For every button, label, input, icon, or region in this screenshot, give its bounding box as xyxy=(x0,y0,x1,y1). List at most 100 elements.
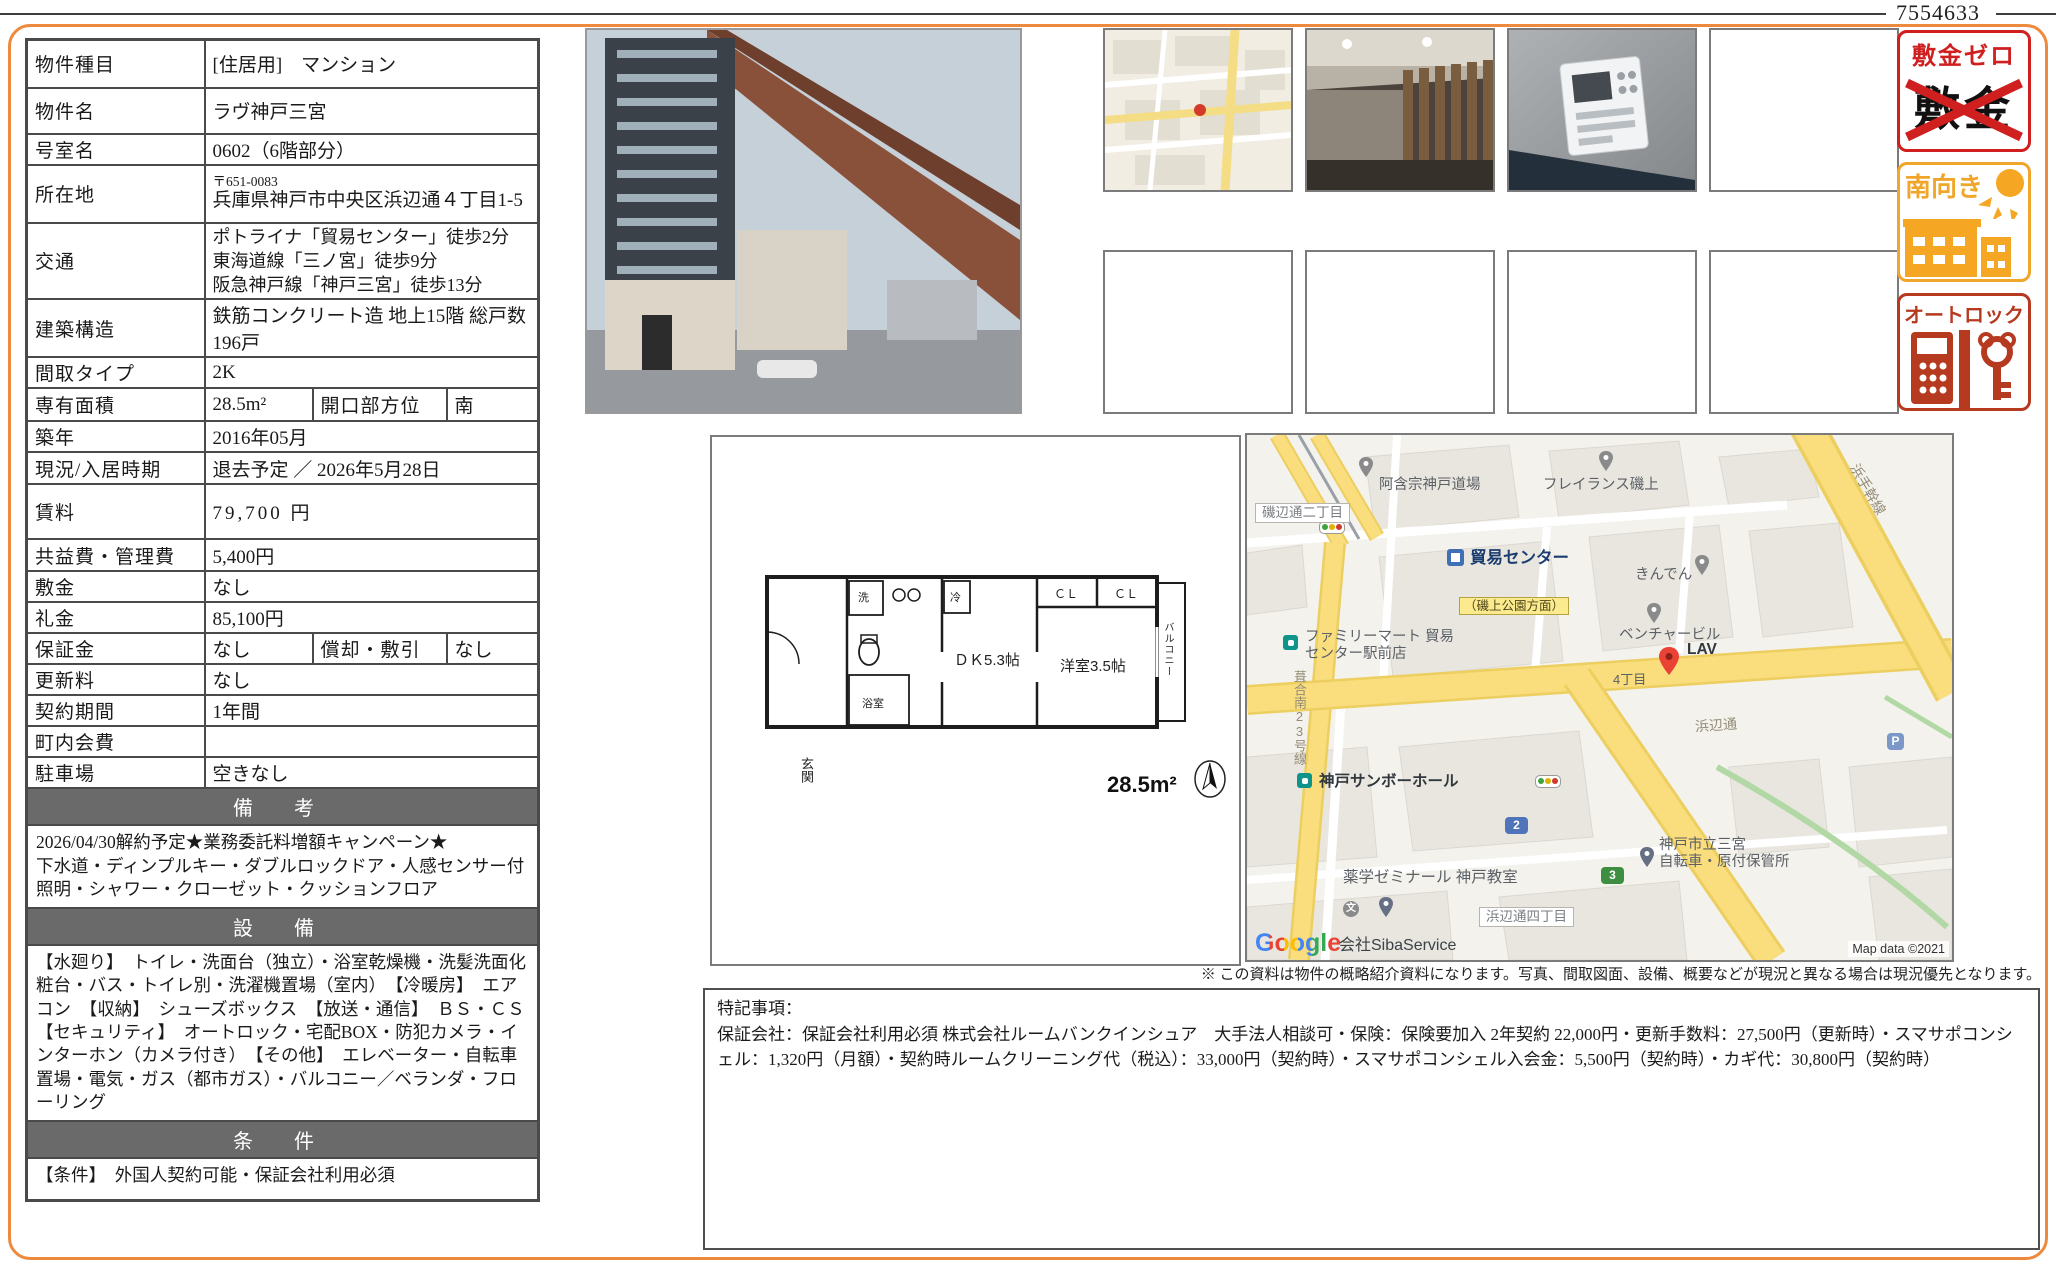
google-logo: Google xyxy=(1255,931,1341,956)
table-row: 契約期間 1年間 xyxy=(27,695,539,726)
floorplan-closet-label: ＣＬ xyxy=(1054,585,1078,602)
floorplan-room-label: 洋室3.5帖 xyxy=(1060,655,1126,676)
property-sheet: 7554633 物件種目 [住居用] マンション 物件名 ラヴ神戸三宮 号室名 … xyxy=(0,0,2056,1265)
no-deposit-strikethrough: 敷金 xyxy=(1903,73,2025,145)
row-label: 築年 xyxy=(27,421,205,452)
row-label: 物件種目 xyxy=(27,40,205,88)
section-header-equipment: 設 備 xyxy=(27,908,539,945)
map-label-station: 貿易センター xyxy=(1470,549,1569,568)
row-value2: なし xyxy=(447,633,539,664)
map-label-district: 浜辺通四丁目 xyxy=(1479,907,1574,927)
top-rule xyxy=(0,13,1886,15)
photo-building-exterior xyxy=(585,28,1022,414)
map-label-hall: 神戸サンボーホール xyxy=(1319,773,1459,791)
row-label: 間取タイプ xyxy=(27,357,205,388)
property-table: 物件種目 [住居用] マンション 物件名 ラヴ神戸三宮 号室名 0602（6階部… xyxy=(25,38,540,1202)
table-row: 駐車場 空きなし xyxy=(27,757,539,788)
floorplan-area-label: 28.5m² xyxy=(1107,772,1177,798)
table-row: 築年 2016年05月 xyxy=(27,421,539,452)
route-shield-3: 3 xyxy=(1601,867,1624,884)
traffic-light-icon xyxy=(1319,521,1345,534)
row-label: 号室名 xyxy=(27,134,205,165)
row-value2: 南 xyxy=(447,388,539,421)
hall-icon xyxy=(1297,773,1312,788)
row-value: なし xyxy=(205,571,539,602)
traffic-light-icon xyxy=(1535,775,1561,788)
compass-icon xyxy=(1190,759,1230,799)
badge-autolock-title: オートロック xyxy=(1900,299,2028,328)
map-label-familymart: ファミリーマート 貿易 センター駅前店 xyxy=(1305,629,1454,662)
table-row: 号室名 0602（6階部分） xyxy=(27,134,539,165)
table-row: 物件種目 [住居用] マンション xyxy=(27,40,539,88)
floorplan-fridge-label: 冷 xyxy=(950,589,961,605)
row-label: 現況/入居時期 xyxy=(27,452,205,484)
section-remarks: 2026/04/30解約予定★業務委託料増額キャンペーン★ 下水道・ディンプルキ… xyxy=(27,825,539,907)
row-value: 鉄筋コンクリート造 地上15階 総戸数196戸 xyxy=(205,299,539,357)
table-row: 交通 ポトライナ「貿易センター」徒歩2分 東海道線「三ノ宮」徒歩9分 阪急神戸線… xyxy=(27,223,539,300)
badge-south-title: 南向き xyxy=(1905,167,1983,204)
row-label: 交通 xyxy=(27,223,205,300)
row-label: 建築構造 xyxy=(27,299,205,357)
map-label-poi: きんでん xyxy=(1635,567,1692,584)
row-label: 契約期間 xyxy=(27,695,205,726)
table-row: 専有面積 28.5m² 開口部方位 南 xyxy=(27,388,539,421)
table-row: 共益費・管理費 5,400円 xyxy=(27,539,539,571)
row-value: 28.5m² xyxy=(205,388,313,421)
row-label: 共益費・管理費 xyxy=(27,539,205,571)
row-value: なし xyxy=(205,633,313,664)
floorplan-dk-label: ＤＫ5.3帖 xyxy=(954,649,1020,670)
transit-line: ポトライナ「貿易センター」徒歩2分 xyxy=(213,225,531,249)
table-row: 更新料 なし xyxy=(27,664,539,695)
location-map[interactable]: 磯辺通二丁目 阿含宗神戸道場 フレイランス磯上 貿易センター きんでん （磯上公… xyxy=(1245,433,1954,962)
photo-slot-empty xyxy=(1305,250,1495,414)
map-label-poi: フレイランス磯上 xyxy=(1543,477,1659,494)
table-row: 現況/入居時期 退去予定 ／ 2026年5月28日 xyxy=(27,452,539,484)
route-shield-2: 2 xyxy=(1505,817,1528,834)
row-value: [住居用] マンション xyxy=(205,40,539,88)
table-row: 建築構造 鉄筋コンクリート造 地上15階 総戸数196戸 xyxy=(27,299,539,357)
row-label: 保証金 xyxy=(27,633,205,664)
map-label-road: 葺合南23号線 xyxy=(1291,670,1306,765)
row-label: 礼金 xyxy=(27,602,205,633)
section-header-conditions: 条 件 xyxy=(27,1121,539,1158)
row-value: 5,400円 xyxy=(205,539,539,571)
transit-line: 東海道線「三ノ宮」徒歩9分 xyxy=(213,249,531,273)
map-label-lav: LAV xyxy=(1687,641,1717,659)
map-copyright: Map data ©2021 xyxy=(1848,941,1949,957)
map-pin-icon xyxy=(1640,847,1654,867)
table-row: 賃料 79,700 円 xyxy=(27,484,539,539)
map-label-chome: 4丁目 xyxy=(1613,673,1646,688)
row-label: 更新料 xyxy=(27,664,205,695)
row-label: 賃料 xyxy=(27,484,205,539)
photo-interior-corridor xyxy=(1305,28,1495,192)
row-label: 駐車場 xyxy=(27,757,205,788)
floor-plan: 玄関 洗 冷 浴室 ＤＫ5.3帖 洋室3.5帖 ＣＬ ＣＬ バルコニー 28.5… xyxy=(710,435,1241,966)
convenience-store-icon xyxy=(1283,635,1298,650)
row-value xyxy=(205,726,539,757)
map-label-school: 薬学ゼミナール 神戸教室 xyxy=(1343,869,1518,887)
table-row: 敷金 なし xyxy=(27,571,539,602)
row-label: 敷金 xyxy=(27,571,205,602)
autolock-keypad-key-icon xyxy=(1903,330,2025,408)
section-header-remarks: 備 考 xyxy=(27,788,539,825)
station-icon xyxy=(1447,549,1464,566)
address: 兵庫県神戸市中央区浜辺通４丁目1-5 xyxy=(213,190,531,213)
section-equipment: 【水廻り】 トイレ・洗面台（独立）・浴室乾燥機・洗髪洗面化粧台・バス・トイレ別・… xyxy=(27,945,539,1121)
row-value: 〒651-0083 兵庫県神戸市中央区浜辺通４丁目1-5 xyxy=(205,165,539,223)
row-value: 空きなし xyxy=(205,757,539,788)
special-notes-body: 保証会社：保証会社利用必須 株式会社ルームバンクインシュア 大手法人相談可・保険… xyxy=(717,1022,2026,1073)
row-value: なし xyxy=(205,664,539,695)
map-label-company: 会社SibaService xyxy=(1339,937,1456,955)
map-pin-icon xyxy=(1359,457,1373,477)
rent-value: 79,700 円 xyxy=(205,484,539,539)
map-label-road: 浜辺通 xyxy=(1694,716,1737,735)
postal-code: 〒651-0083 xyxy=(213,175,531,190)
photo-slot-empty xyxy=(1709,250,1899,414)
table-row: 物件名 ラヴ神戸三宮 xyxy=(27,88,539,134)
map-pin-icon xyxy=(1379,897,1393,917)
floorplan-balcony-label: バルコニー xyxy=(1160,622,1175,677)
row-value: 2K xyxy=(205,357,539,388)
floorplan-bath-label: 浴室 xyxy=(862,695,884,711)
photo-intercom-panel xyxy=(1507,28,1697,192)
table-row: 間取タイプ 2K xyxy=(27,357,539,388)
